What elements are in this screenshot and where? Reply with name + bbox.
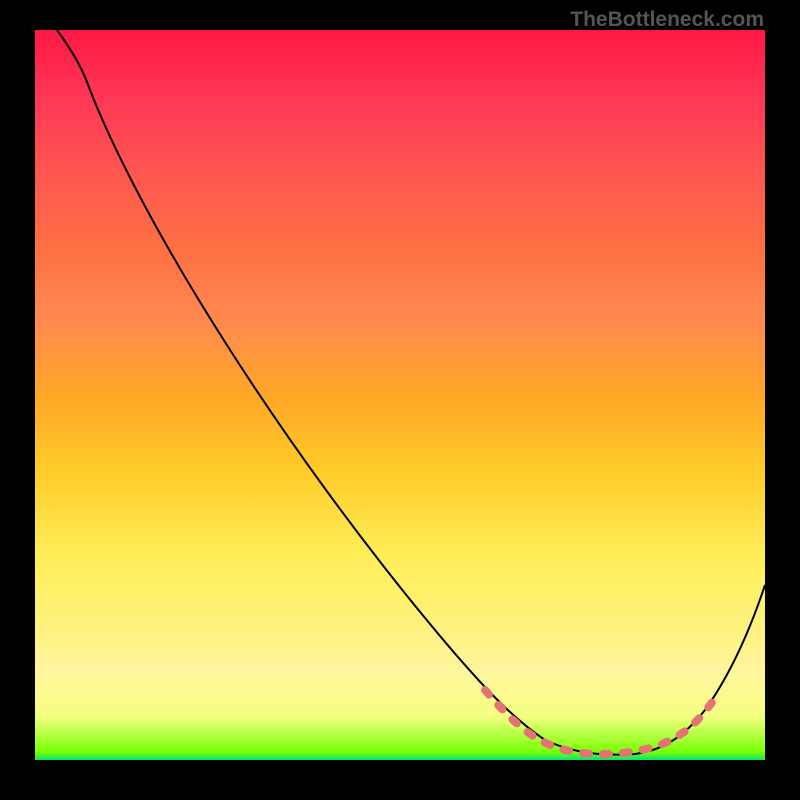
chart-container: TheBottleneck.com: [0, 0, 800, 800]
optimal-zone-dashes: [485, 690, 715, 754]
plot-area: [35, 30, 765, 760]
watermark-text: TheBottleneck.com: [570, 8, 764, 32]
bottleneck-curve: [57, 30, 765, 755]
curve-svg: [35, 30, 765, 760]
